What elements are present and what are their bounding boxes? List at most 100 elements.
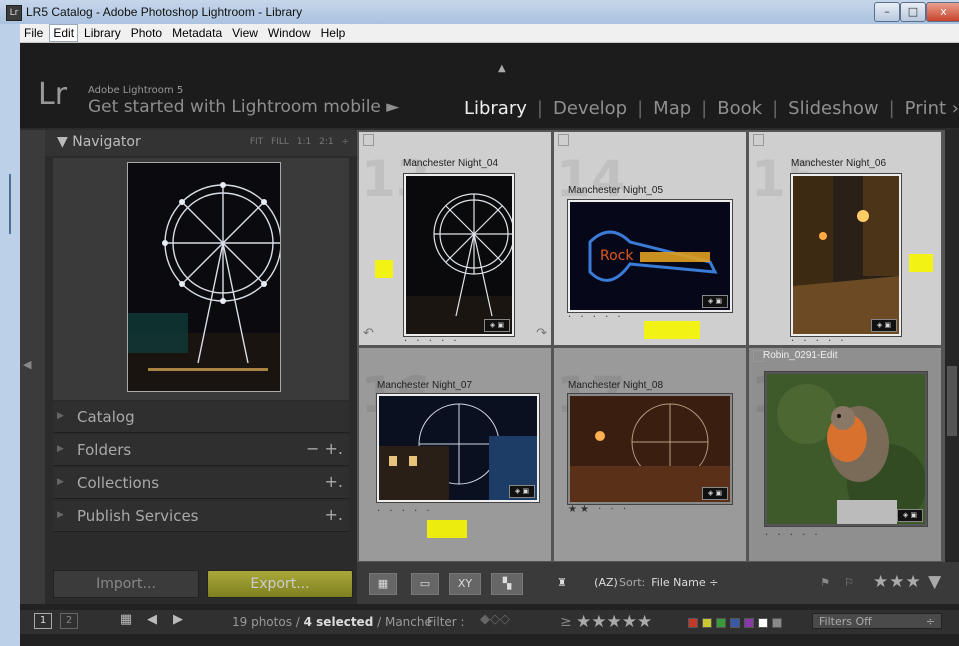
- navigator-header[interactable]: ▼ Navigator FIT FILL 1:1 2:1 ÷: [45, 130, 357, 156]
- source-name[interactable]: / Manche: [377, 615, 432, 629]
- module-picker: Library | Develop | Map | Book | Slideshow | Print…: [456, 98, 959, 119]
- module-separator: |: [772, 98, 779, 119]
- toolbar-rating-stars[interactable]: ★★★ ▼: [873, 572, 942, 592]
- main-monitor-button[interactable]: 1: [34, 613, 52, 629]
- grid-cell[interactable]: 13 Manchester Night_04 ◈ ▣ · · · · · ↶ ↷: [359, 132, 551, 347]
- yellow-highlight-mark: [644, 321, 700, 339]
- menu-library[interactable]: Library: [80, 24, 125, 42]
- export-button[interactable]: Export...: [207, 570, 353, 598]
- rating-dots[interactable]: · · · · ·: [791, 336, 847, 347]
- collapse-top-panel-icon[interactable]: ▲: [498, 63, 506, 74]
- lightroom-mobile-link[interactable]: Get started with Lightroom mobile ►: [88, 97, 399, 117]
- compare-view-button[interactable]: XY: [449, 573, 481, 595]
- maximize-button[interactable]: □: [900, 2, 926, 22]
- rating-dots[interactable]: · · · · ·: [568, 312, 624, 323]
- menu-edit[interactable]: Edit: [49, 24, 79, 42]
- grid-scrollbar[interactable]: [945, 130, 959, 562]
- module-slideshow[interactable]: Slideshow: [788, 98, 878, 119]
- photo-thumbnail[interactable]: ◈ ▣: [568, 394, 732, 504]
- filmstrip-controls: 1 2 ▦ ◀ ▶ 19 photos / 4 selected / Manch…: [20, 610, 959, 634]
- sort-value[interactable]: File Name ÷: [651, 576, 718, 589]
- add-collection-button[interactable]: +.: [325, 472, 344, 491]
- panel-catalog[interactable]: ▶ Catalog: [53, 402, 349, 433]
- panel-publish-services[interactable]: ▶ Publish Services +.: [53, 501, 349, 532]
- reject-flag-icon[interactable]: ⚐: [841, 573, 857, 593]
- grid-view-icon[interactable]: ▦: [369, 573, 397, 595]
- scrollbar-thumb[interactable]: [947, 366, 957, 436]
- minimize-button[interactable]: –: [874, 2, 900, 22]
- flag-icon[interactable]: [363, 350, 374, 362]
- module-book[interactable]: Book: [717, 98, 762, 119]
- module-library[interactable]: Library: [464, 98, 527, 119]
- rating-dots[interactable]: ★★ · · ·: [568, 504, 629, 515]
- grid-view-small-icon[interactable]: ▦: [118, 613, 134, 627]
- menu-view[interactable]: View: [228, 24, 262, 42]
- color-label-red[interactable]: [688, 618, 698, 628]
- identity-plate: ▲ Lr Adobe Lightroom 5 Get started with …: [20, 43, 959, 128]
- grid-cell[interactable]: 14 Manchester Night_05 Rock ◈ ▣ · · · · …: [554, 132, 746, 345]
- module-print[interactable]: Print ›: [905, 98, 959, 119]
- photo-thumbnail[interactable]: ◈ ▣: [791, 174, 901, 336]
- panel-folders[interactable]: ▶ Folders − +.: [53, 435, 349, 466]
- menu-file[interactable]: File: [20, 24, 47, 42]
- photo-thumbnail[interactable]: Rock ◈ ▣: [568, 200, 732, 312]
- sort-direction-icon[interactable]: (AZ): [593, 573, 619, 593]
- rating-dots[interactable]: · · · · ·: [765, 530, 821, 541]
- navigator-preview[interactable]: [53, 158, 349, 400]
- left-panel-collapse-strip[interactable]: ◀: [20, 130, 45, 605]
- photo-thumbnail[interactable]: ◈ ▣: [377, 394, 539, 502]
- flag-filter-icon[interactable]: ◆◇◇: [480, 613, 510, 627]
- add-publish-service-button[interactable]: +.: [325, 505, 344, 524]
- product-name: Adobe Lightroom 5: [88, 85, 184, 96]
- color-label-white[interactable]: [758, 618, 768, 628]
- color-label-gray[interactable]: [772, 618, 782, 628]
- module-develop[interactable]: Develop: [553, 98, 627, 119]
- filter-preset-select[interactable]: Filters Off ÷: [812, 613, 942, 629]
- expand-triangle-icon: ▶: [57, 510, 64, 520]
- forward-arrow-icon[interactable]: ▶: [170, 613, 186, 627]
- import-button[interactable]: Import...: [53, 570, 199, 598]
- add-folder-button[interactable]: − +.: [306, 439, 343, 458]
- grid-cell[interactable]: 17 Manchester Night_08 ◈ ▣ ★★ · · ·: [554, 348, 746, 561]
- back-arrow-icon[interactable]: ◀: [144, 613, 160, 627]
- rating-dots[interactable]: · · · · ·: [404, 336, 460, 347]
- photo-thumbnail[interactable]: ◈ ▣: [765, 372, 927, 526]
- collapse-left-panel-icon[interactable]: ◀: [23, 358, 31, 371]
- rotate-left-icon[interactable]: ↶: [363, 326, 374, 341]
- color-label-green[interactable]: [716, 618, 726, 628]
- photo-filename: Manchester Night_08: [568, 380, 664, 391]
- flag-icon[interactable]: [753, 134, 764, 146]
- grid-cell[interactable]: 16 Manchester Night_07 ◈ ▣ · · · · ·: [359, 348, 551, 561]
- close-button[interactable]: x: [926, 2, 959, 22]
- flag-icon[interactable]: [558, 134, 569, 146]
- second-monitor-button[interactable]: 2: [60, 613, 78, 629]
- flag-icon[interactable]: [363, 134, 374, 146]
- menu-metadata[interactable]: Metadata: [168, 24, 226, 42]
- rating-dots[interactable]: · · · · ·: [377, 506, 433, 517]
- menu-photo[interactable]: Photo: [127, 24, 166, 42]
- survey-view-icon[interactable]: ▚: [491, 573, 523, 595]
- rotate-right-icon[interactable]: ↷: [536, 326, 547, 341]
- color-label-purple[interactable]: [744, 618, 754, 628]
- loupe-view-icon[interactable]: ▭: [411, 573, 439, 595]
- color-label-blue[interactable]: [730, 618, 740, 628]
- panel-collections[interactable]: ▶ Collections +.: [53, 468, 349, 499]
- module-separator: |: [701, 98, 708, 119]
- spray-can-icon[interactable]: ♜: [555, 573, 569, 593]
- rating-filter-stars[interactable]: ★★★★★: [576, 612, 652, 632]
- grid-cell-selected[interactable]: 18 Robin_0291-Edit ◈ ▣ · · · · ·: [749, 348, 941, 561]
- menu-window[interactable]: Window: [264, 24, 315, 42]
- menu-bar: File Edit Library Photo Metadata View Window He…: [20, 24, 959, 43]
- color-label-yellow[interactable]: [702, 618, 712, 628]
- panel-label: Catalog: [77, 408, 135, 426]
- flag-icon[interactable]: [558, 350, 569, 362]
- menu-help[interactable]: Help: [317, 24, 350, 42]
- grid-cell[interactable]: 15 Manchester Night_06 ◈ ▣ · · · · ·: [749, 132, 941, 347]
- rating-comparator[interactable]: ≥: [560, 614, 572, 630]
- navigator-zoom-options[interactable]: FIT FILL 1:1 2:1 ÷: [250, 137, 349, 147]
- module-map[interactable]: Map: [653, 98, 691, 119]
- sort-control[interactable]: Sort: File Name ÷: [619, 576, 718, 589]
- pick-flag-icon[interactable]: ⚑: [817, 573, 833, 593]
- photo-thumbnail[interactable]: ◈ ▣: [404, 174, 514, 336]
- filters-off-label: Filters Off: [819, 615, 872, 628]
